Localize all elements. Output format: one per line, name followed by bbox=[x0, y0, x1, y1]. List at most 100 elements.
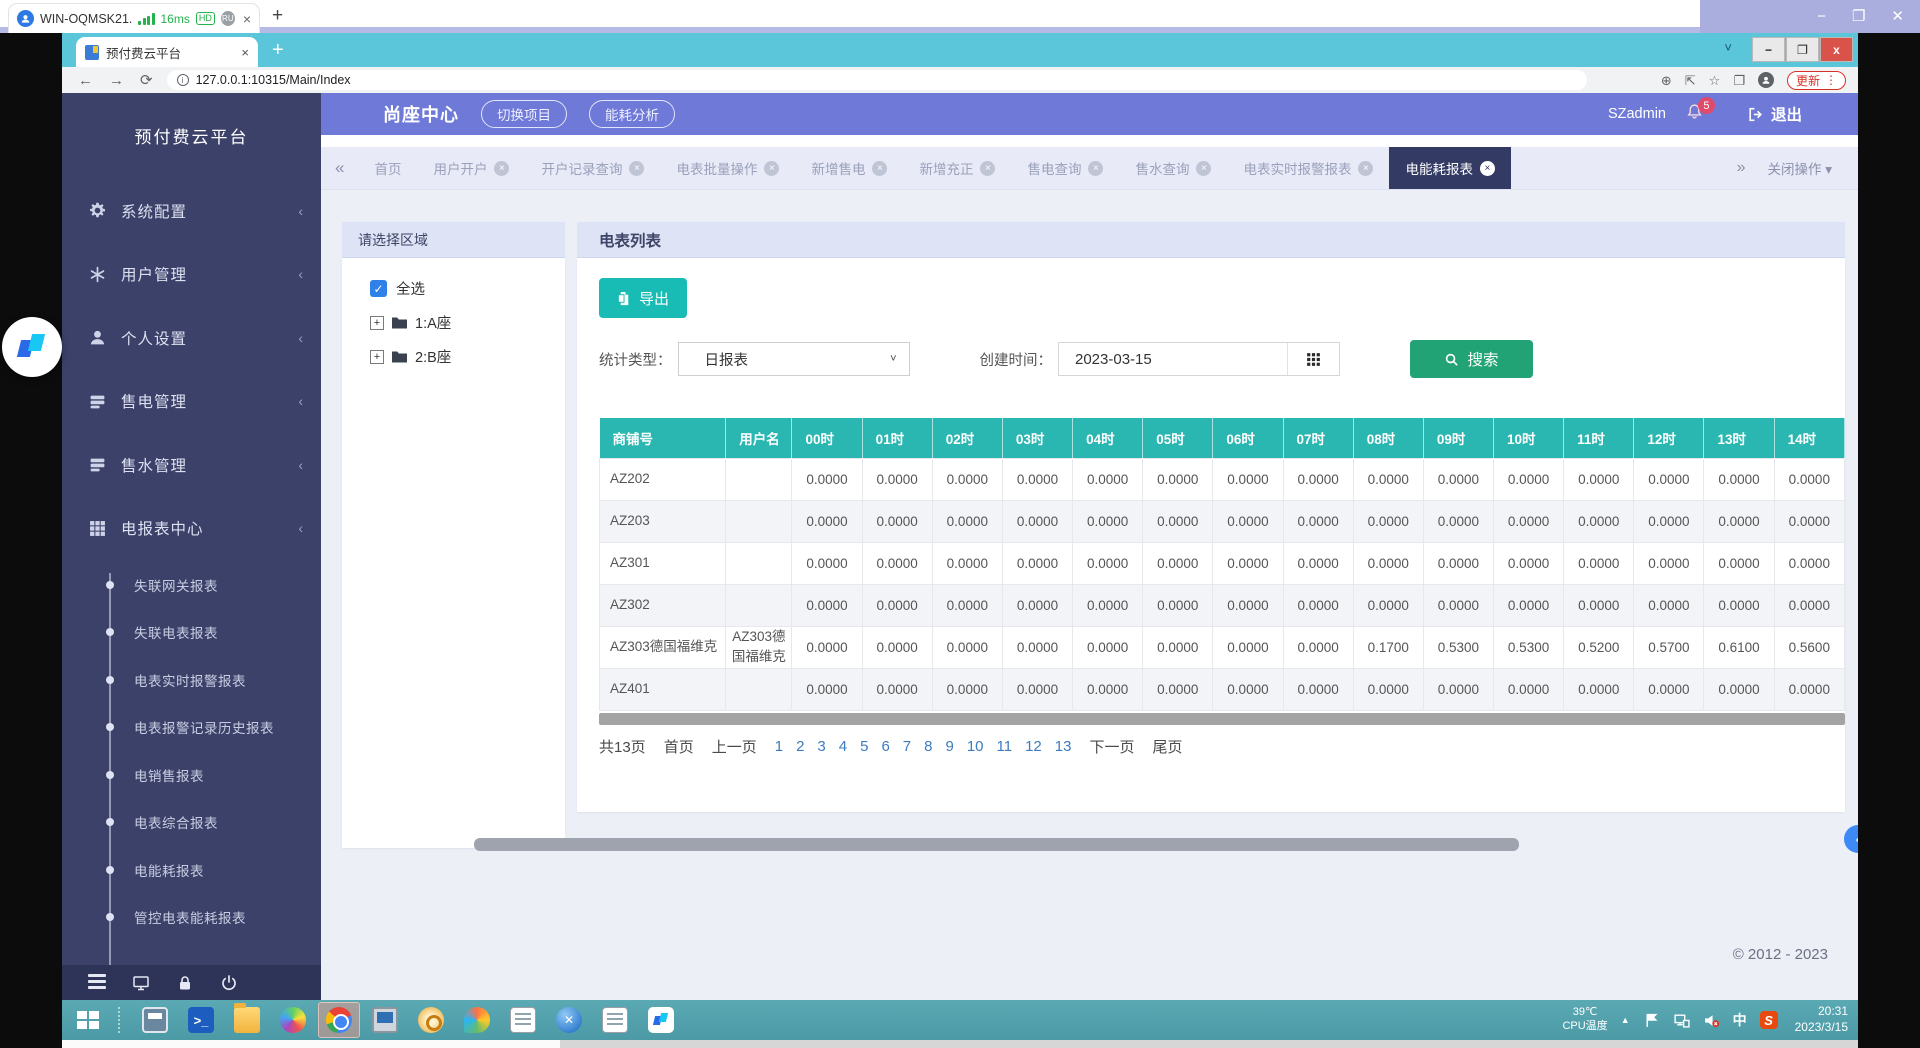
expand-plus-icon[interactable]: + bbox=[370, 350, 384, 364]
sidebar-item-用户管理[interactable]: 用户管理‹ bbox=[62, 243, 321, 307]
browser-tab[interactable]: 预付费云平台 × bbox=[76, 37, 258, 67]
sogou-icon[interactable]: S bbox=[1760, 1011, 1778, 1029]
todesk-floating-ball[interactable] bbox=[2, 317, 62, 377]
select-all-checkbox[interactable]: ✓ 全选 bbox=[370, 278, 565, 299]
tab-售电查询[interactable]: 售电查询× bbox=[1011, 147, 1119, 189]
scroll-tabs-right-icon[interactable]: » bbox=[1737, 159, 1746, 177]
new-tab-icon[interactable]: + bbox=[272, 39, 284, 62]
share-icon[interactable]: ⇱ bbox=[1685, 74, 1696, 87]
sidebar-item-电报表中心[interactable]: 电报表中心‹ bbox=[62, 497, 321, 561]
notification-bell-icon[interactable]: 5 bbox=[1686, 103, 1703, 125]
page-number-6[interactable]: 6 bbox=[881, 738, 889, 755]
submenu-item-管控电表能耗报表[interactable]: 管控电表能耗报表 bbox=[62, 894, 321, 942]
new-session-icon[interactable]: + bbox=[272, 5, 283, 27]
close-tab-icon[interactable]: × bbox=[629, 161, 644, 176]
next-page-button[interactable]: 下一页 bbox=[1089, 736, 1134, 757]
tools-ball-icon[interactable] bbox=[549, 1003, 589, 1037]
page-number-11[interactable]: 11 bbox=[997, 738, 1013, 755]
todesk-session-tab[interactable]: WIN-OQMSK21... 16ms HD RU × bbox=[8, 3, 260, 33]
expand-plus-icon[interactable]: + bbox=[370, 316, 384, 330]
star-icon[interactable]: ☆ bbox=[1709, 74, 1721, 87]
tab-电表实时报警报表[interactable]: 电表实时报警报表× bbox=[1227, 147, 1389, 189]
first-page-button[interactable]: 首页 bbox=[664, 736, 694, 757]
flag-icon[interactable] bbox=[1643, 1012, 1660, 1029]
scroll-tabs-left-icon[interactable]: « bbox=[321, 147, 358, 189]
restore-icon[interactable]: ❐ bbox=[1852, 9, 1865, 24]
submenu-item-电表报警记录历史报表[interactable]: 电表报警记录历史报表 bbox=[62, 704, 321, 752]
close-tab-icon[interactable]: × bbox=[1196, 161, 1211, 176]
page-number-8[interactable]: 8 bbox=[924, 738, 932, 755]
tab-电表批量操作[interactable]: 电表批量操作× bbox=[660, 147, 795, 189]
tree-node-1:A座[interactable]: +1:A座 bbox=[370, 312, 565, 333]
back-icon[interactable]: ← bbox=[78, 73, 93, 88]
sidebar-item-个人设置[interactable]: 个人设置‹ bbox=[62, 306, 321, 370]
profile-icon[interactable] bbox=[1758, 72, 1774, 88]
zoom-icon[interactable]: ⊕ bbox=[1661, 74, 1672, 87]
chrome-icon[interactable] bbox=[319, 1003, 359, 1037]
submenu-item-电表实时报警报表[interactable]: 电表实时报警报表 bbox=[62, 656, 321, 704]
tab-新增售电[interactable]: 新增售电× bbox=[795, 147, 903, 189]
switch-project-button[interactable]: 切换项目 bbox=[481, 100, 567, 128]
gear-gold-icon[interactable] bbox=[411, 1003, 451, 1037]
start-button[interactable] bbox=[68, 1000, 108, 1040]
clock[interactable]: 20:31 2023/3/15 bbox=[1795, 1004, 1848, 1035]
hd-badge[interactable]: HD bbox=[196, 12, 215, 25]
page-number-10[interactable]: 10 bbox=[967, 738, 984, 755]
submenu-item-电销售报表[interactable]: 电销售报表 bbox=[62, 751, 321, 799]
close-tab-icon[interactable]: × bbox=[764, 161, 779, 176]
tab-开户记录查询[interactable]: 开户记录查询× bbox=[525, 147, 660, 189]
close-window-icon[interactable]: ✕ bbox=[1891, 9, 1904, 24]
restore-icon[interactable]: ❐ bbox=[1786, 37, 1819, 62]
submenu-item-电表综合报表[interactable]: 电表综合报表 bbox=[62, 799, 321, 847]
info-icon[interactable]: i bbox=[177, 74, 189, 86]
reading-list-icon[interactable]: ❐ bbox=[1733, 74, 1745, 87]
tab-用户开户[interactable]: 用户开户× bbox=[417, 147, 525, 189]
page-number-1[interactable]: 1 bbox=[775, 738, 783, 755]
close-tab-icon[interactable]: × bbox=[1358, 161, 1373, 176]
close-tab-icon[interactable]: × bbox=[494, 161, 509, 176]
page-number-13[interactable]: 13 bbox=[1055, 738, 1072, 755]
monitor-tool-icon[interactable] bbox=[365, 1003, 405, 1037]
monitor-icon[interactable] bbox=[132, 974, 150, 992]
close-tab-icon[interactable]: × bbox=[872, 161, 887, 176]
tab-首页[interactable]: 首页 bbox=[358, 147, 417, 189]
page-number-2[interactable]: 2 bbox=[796, 738, 804, 755]
powershell-icon[interactable]: >_ bbox=[181, 1003, 221, 1037]
close-session-icon[interactable]: × bbox=[243, 11, 251, 27]
page-number-5[interactable]: 5 bbox=[860, 738, 868, 755]
address-bar[interactable]: i 127.0.0.1:10315/Main/Index bbox=[167, 70, 1587, 90]
prev-page-button[interactable]: 上一页 bbox=[712, 736, 757, 757]
create-date-input[interactable] bbox=[1059, 343, 1287, 375]
close-operations-dropdown[interactable]: 关闭操作 ▾ bbox=[1767, 158, 1832, 178]
submenu-item-电能耗报表[interactable]: 电能耗报表 bbox=[62, 846, 321, 894]
menu-icon[interactable] bbox=[88, 974, 106, 992]
calendar-grid-icon[interactable] bbox=[1287, 343, 1339, 375]
sidebar-item-售电管理[interactable]: 售电管理‹ bbox=[62, 370, 321, 434]
page-number-9[interactable]: 9 bbox=[945, 738, 953, 755]
page-number-4[interactable]: 4 bbox=[839, 738, 847, 755]
ime-indicator[interactable]: 中 bbox=[1733, 1010, 1747, 1030]
minimize-icon[interactable]: − bbox=[1752, 37, 1785, 62]
server-manager-icon[interactable] bbox=[135, 1003, 175, 1037]
energy-analysis-button[interactable]: 能耗分析 bbox=[589, 100, 675, 128]
lock-icon[interactable] bbox=[176, 974, 194, 992]
search-button[interactable]: 搜索 bbox=[1410, 340, 1533, 378]
reload-icon[interactable]: ⟳ bbox=[140, 73, 153, 88]
close-tab-icon[interactable]: × bbox=[980, 161, 995, 176]
notepad2-icon[interactable] bbox=[595, 1003, 635, 1037]
update-button[interactable]: 更新⋮ bbox=[1787, 71, 1846, 90]
checkbox-checked-icon[interactable]: ✓ bbox=[370, 280, 387, 297]
todesk-icon[interactable] bbox=[641, 1003, 681, 1037]
minimize-icon[interactable]: − bbox=[1817, 9, 1826, 24]
network-icon[interactable] bbox=[1673, 1012, 1690, 1029]
submenu-item-失联电表报表[interactable]: 失联电表报表 bbox=[62, 609, 321, 657]
cpu-temp-indicator[interactable]: 39℃CPU温度 bbox=[1562, 1006, 1607, 1034]
close-tab-icon[interactable]: × bbox=[241, 45, 249, 60]
close-tab-icon[interactable]: × bbox=[1088, 161, 1103, 176]
tab-售水查询[interactable]: 售水查询× bbox=[1119, 147, 1227, 189]
sidebar-item-售水管理[interactable]: 售水管理‹ bbox=[62, 433, 321, 497]
submenu-item-失联网关报表[interactable]: 失联网关报表 bbox=[62, 561, 321, 609]
table-horizontal-scrollbar[interactable] bbox=[599, 713, 1845, 725]
colorful-app-icon[interactable] bbox=[457, 1003, 497, 1037]
close-icon[interactable]: x bbox=[1820, 37, 1853, 62]
